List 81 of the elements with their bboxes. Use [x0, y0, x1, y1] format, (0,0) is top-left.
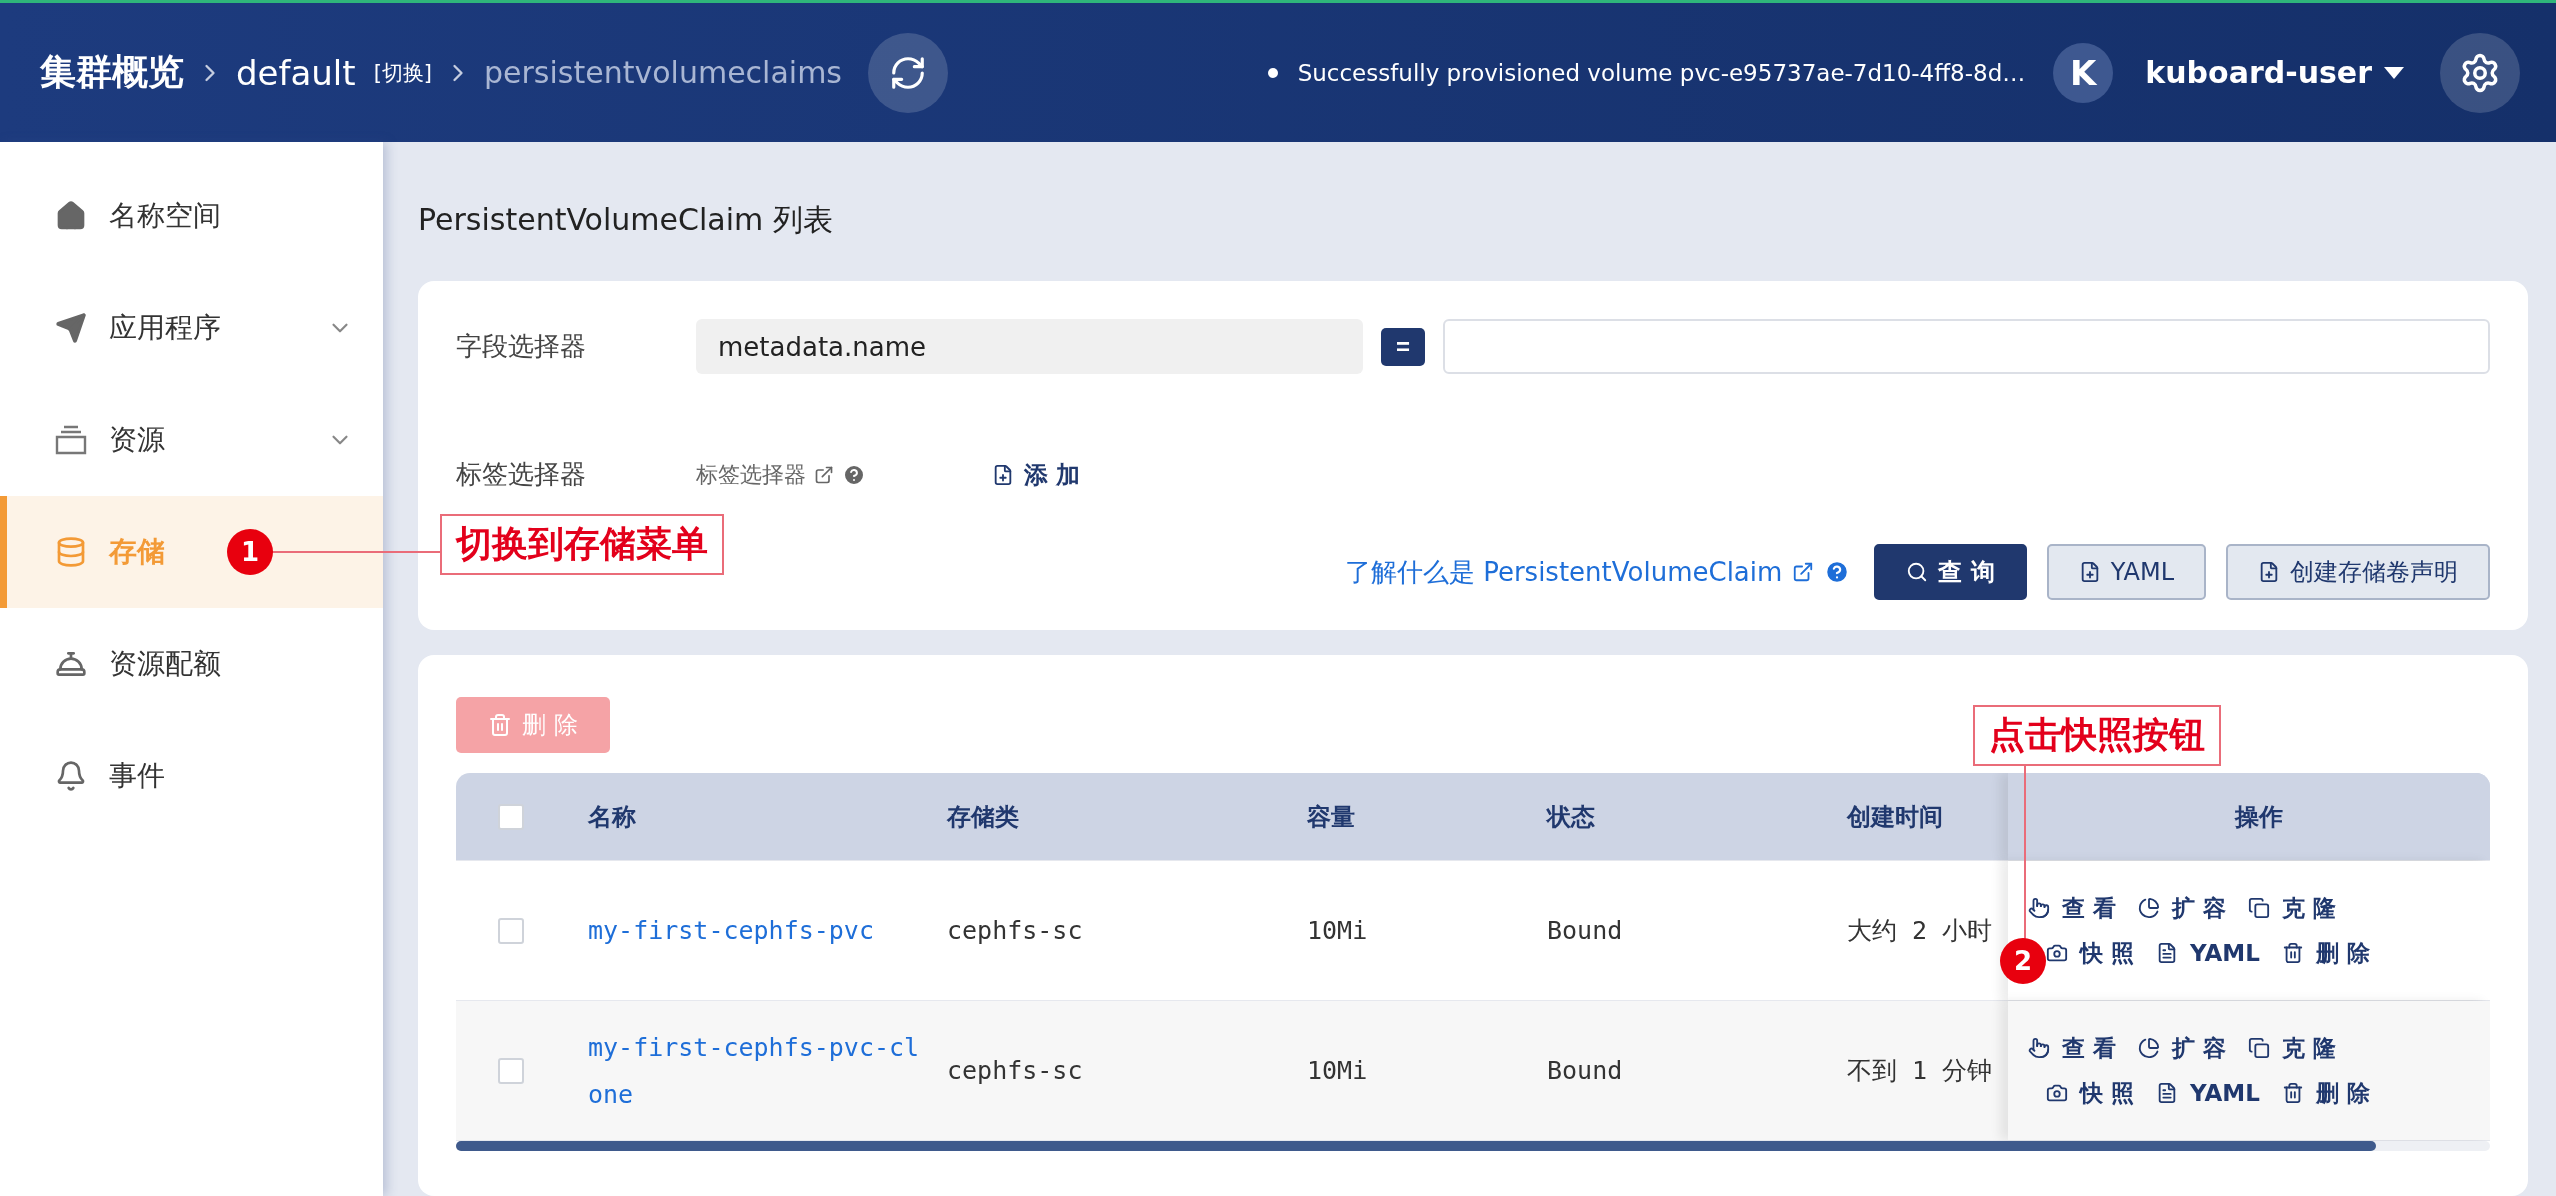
home-icon — [55, 200, 87, 232]
row-action-link[interactable]: YAML — [2156, 937, 2260, 969]
row-action-link[interactable]: 克 隆 — [2248, 1032, 2337, 1064]
select-all-checkbox[interactable] — [498, 803, 524, 830]
column-header: 状态 — [1547, 801, 1596, 833]
annotation-label: 点击快照按钮 — [1973, 705, 2221, 766]
document-icon — [2156, 1082, 2178, 1104]
table-cell-text: cephfs-sc — [947, 915, 1084, 947]
notification-message: Successfully provisioned volume pvc-e95737ae-7d10-4ff8-8d… — [1267, 59, 2026, 86]
row-action-link[interactable]: 快 照 — [2046, 937, 2134, 969]
table-cell-text: 10Mi — [1307, 1055, 1369, 1087]
action-button[interactable]: 创建存储卷声明 — [2226, 544, 2490, 600]
paper-plane-icon — [55, 312, 87, 344]
row-checkbox[interactable] — [498, 917, 524, 944]
operator-button[interactable]: = — [1381, 327, 1425, 366]
sidebar-item[interactable]: 名称空间 — [0, 160, 383, 272]
pvc-name-link[interactable]: my-first-cephfs-pvc — [588, 907, 923, 954]
field-label: 标签选择器 — [456, 458, 587, 491]
table-cell-text: cephfs-sc — [947, 1055, 1084, 1087]
label-selector-link[interactable]: 标签选择器 — [696, 459, 986, 490]
file-plus-icon — [2258, 561, 2280, 583]
row-action-link[interactable]: 快 照 — [2046, 1077, 2134, 1109]
user-menu[interactable]: kuboard-user — [2139, 54, 2410, 91]
field-key-input[interactable]: metadata.name — [696, 319, 1363, 374]
bell-icon — [55, 760, 87, 792]
copy-icon — [2248, 897, 2271, 919]
row-action-link[interactable]: 扩 容 — [2138, 892, 2227, 924]
sidebar-item[interactable]: 资源配额 — [0, 608, 383, 720]
copy-icon — [2248, 1037, 2271, 1059]
trash-icon — [2281, 1082, 2304, 1104]
tray-icon — [55, 425, 87, 455]
row-action-link[interactable]: 删 除 — [2281, 937, 2370, 969]
user-avatar: K — [2053, 42, 2114, 103]
caret-icon — [2384, 66, 2404, 79]
table-cell-text: Bound — [1547, 915, 1624, 947]
external-link-icon — [814, 464, 834, 485]
table-cell-text: 大约 2 小时 — [1847, 915, 1994, 947]
table-cell-text: 不到 1 分钟 — [1847, 1055, 1994, 1087]
switch-link[interactable]: [切换] — [373, 58, 433, 87]
database-icon — [55, 536, 87, 568]
sidebar-item[interactable]: 应用程序 — [0, 272, 383, 384]
document-icon — [2156, 942, 2178, 964]
column-header: 容量 — [1307, 801, 1356, 833]
pvc-name-link[interactable]: my-first-cephfs-pvc-clone — [588, 1023, 923, 1118]
hand-pointer-icon — [2028, 1037, 2050, 1059]
column-header: 创建时间 — [1847, 801, 1944, 833]
search-icon — [1906, 561, 1929, 583]
row-action-link[interactable]: 删 除 — [2281, 1077, 2370, 1109]
pie-chart-icon — [2138, 897, 2160, 919]
row-action-link[interactable]: 查 看 — [2028, 1032, 2116, 1064]
table-cell-text: Bound — [1547, 1055, 1624, 1087]
sidebar-item[interactable]: 资源 — [0, 384, 383, 496]
external-link-icon — [1792, 561, 1815, 583]
field-value-input[interactable] — [1443, 319, 2490, 374]
row-action-link[interactable]: 克 隆 — [2248, 892, 2337, 924]
row-checkbox[interactable] — [498, 1057, 524, 1084]
table-cell-text: 10Mi — [1307, 915, 1369, 947]
add-button[interactable]: 添 加 — [986, 457, 1087, 492]
page-title: PersistentVolumeClaim 列表 — [418, 201, 834, 239]
breadcrumb-item: persistentvolumeclaims — [484, 55, 842, 90]
trash-icon — [2281, 942, 2304, 964]
camera-icon — [2046, 1082, 2068, 1104]
file-plus-icon — [992, 463, 1014, 486]
field-label: 字段选择器 — [456, 330, 587, 363]
row-action-link[interactable]: 查 看 — [2028, 892, 2116, 924]
action-button[interactable]: YAML — [2046, 544, 2206, 600]
hand-pointer-icon — [2028, 897, 2050, 919]
breadcrumb-item[interactable]: 集群概览 — [40, 48, 184, 97]
query-button[interactable]: 查 询 — [1874, 544, 2027, 600]
breadcrumb-item[interactable]: default — [236, 52, 356, 93]
learn-more-link[interactable]: 了解什么是 PersistentVolumeClaim — [1344, 554, 1851, 590]
camera-icon — [2046, 942, 2068, 964]
pie-chart-icon — [2138, 1037, 2160, 1059]
sidebar-item[interactable]: 事件 — [0, 720, 383, 832]
row-action-link[interactable]: 扩 容 — [2138, 1032, 2227, 1064]
column-header: 操作 — [2235, 801, 2283, 833]
column-header: 存储类 — [947, 801, 1020, 833]
row-action-link[interactable]: YAML — [2156, 1077, 2260, 1109]
annotation-label: 切换到存储菜单 — [440, 514, 724, 575]
trash-icon — [488, 713, 513, 737]
column-header: 名称 — [588, 801, 637, 833]
